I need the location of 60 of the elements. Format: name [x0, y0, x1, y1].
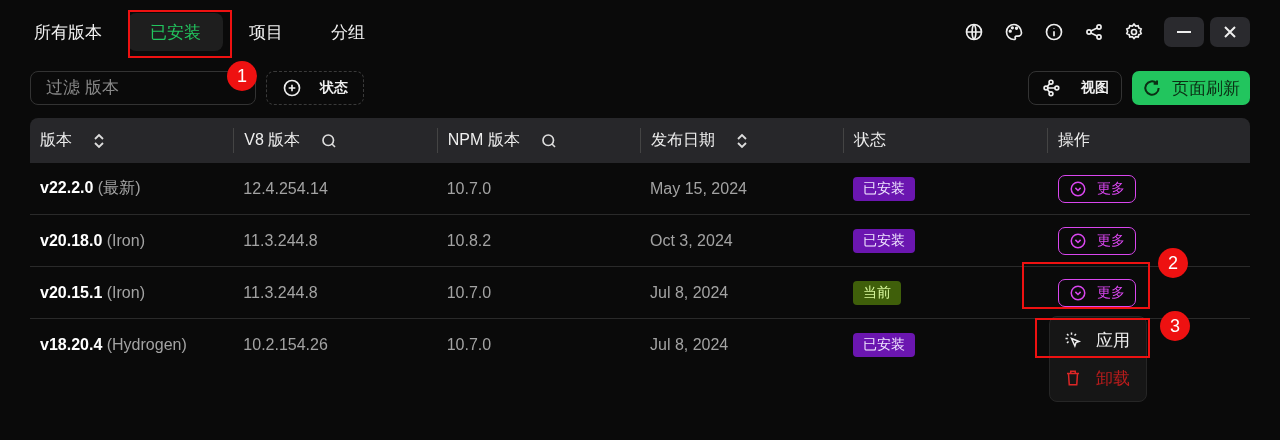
table-cell: 11.3.244.8 — [243, 231, 318, 250]
column-header: V8 版本 — [244, 130, 301, 150]
refresh-button[interactable]: 页面刷新 — [1132, 71, 1250, 105]
status-filter-button[interactable]: 状态 — [266, 71, 364, 105]
table-cell: 10.8.2 — [446, 231, 492, 250]
cursor-click-icon — [1064, 331, 1082, 349]
column-header: 发布日期 — [651, 130, 715, 150]
column-header: 版本 — [40, 130, 72, 150]
version-cell-text: v22.2.0 (最新) — [40, 178, 141, 198]
table-cell: May 15, 2024 — [650, 179, 747, 198]
table-cell: Oct 3, 2024 — [650, 231, 733, 250]
tab[interactable]: 所有版本 — [30, 13, 124, 51]
column-header: NPM 版本 — [447, 130, 520, 150]
column-header: 操作 — [1057, 130, 1090, 150]
settings-icon[interactable] — [1124, 22, 1144, 42]
plus-circle-icon — [282, 78, 302, 98]
tab[interactable]: 项目 — [227, 13, 305, 51]
view-button[interactable]: 视图 — [1028, 71, 1122, 105]
table-cell: 10.7.0 — [446, 283, 492, 302]
sort-icon[interactable] — [92, 132, 106, 149]
menu-item[interactable]: 应用 — [1050, 321, 1146, 359]
globe-icon[interactable] — [964, 22, 984, 42]
status-tag: 当前 — [853, 280, 902, 305]
version-cell: v18.20.4 (Hydrogen) — [40, 335, 187, 354]
version-cell: v20.18.0 (Iron) — [40, 231, 145, 250]
table-cell: 10.7.0 — [446, 179, 492, 198]
palette-icon[interactable] — [1004, 22, 1024, 42]
table-cell: 11.3.244.8 — [243, 283, 318, 302]
close-icon — [1222, 24, 1238, 40]
sort-icon[interactable] — [735, 132, 749, 149]
step-badge: 2 — [1158, 248, 1188, 278]
more-button[interactable]: 更多 — [1057, 174, 1136, 203]
step-badge: 3 — [1160, 311, 1190, 341]
minimize-button[interactable] — [1164, 17, 1204, 47]
table-cell: 10.7.0 — [446, 335, 492, 354]
more-button[interactable]: 更多 — [1057, 278, 1136, 307]
step-badge: 1 — [227, 61, 257, 91]
table-cell: 10.2.154.26 — [243, 335, 328, 354]
chevron-down-icon — [1068, 283, 1087, 302]
tab[interactable]: 分组 — [309, 13, 387, 51]
trash-icon — [1064, 369, 1082, 387]
share-icon[interactable] — [1084, 22, 1104, 42]
minimize-icon — [1177, 31, 1191, 33]
status-tag: 已安装 — [853, 228, 916, 253]
close-button[interactable] — [1210, 17, 1250, 47]
search-icon[interactable] — [539, 131, 558, 150]
status-tag: 已安装 — [853, 332, 916, 357]
table-cell: Jul 8, 2024 — [650, 335, 729, 354]
table-cell: Jul 8, 2024 — [650, 283, 729, 302]
status-tag: 已安装 — [853, 176, 916, 201]
nodes-icon — [1041, 78, 1061, 98]
info-icon[interactable] — [1044, 22, 1064, 42]
chevron-down-icon — [1068, 179, 1087, 198]
chevron-down-icon — [1068, 231, 1087, 250]
table-cell: 12.4.254.14 — [243, 179, 328, 198]
tab[interactable]: 已安装 — [128, 13, 223, 51]
more-button[interactable]: 更多 — [1057, 226, 1136, 255]
version-cell: v20.15.1 (Iron) — [40, 283, 145, 302]
refresh-icon — [1142, 78, 1162, 98]
column-header: 状态 — [854, 130, 887, 150]
